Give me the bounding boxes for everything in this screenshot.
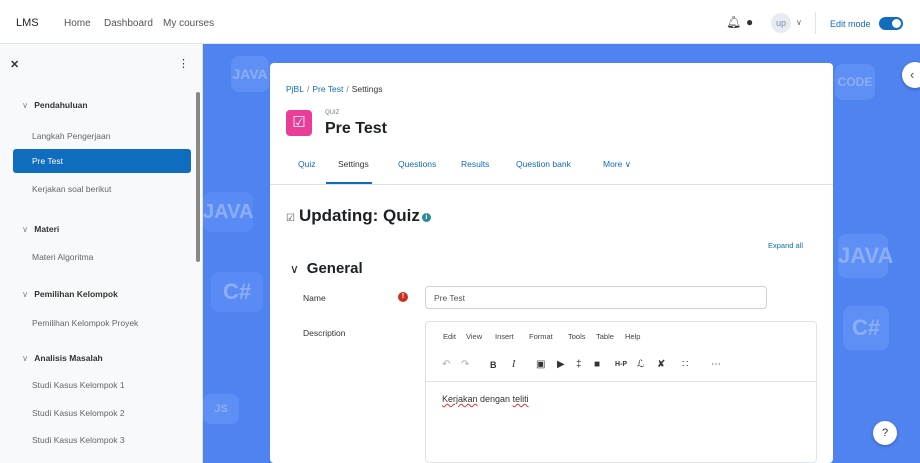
drawer-menu-icon[interactable]: ⋮ [178,57,189,70]
sidebar-item-materi-algoritma[interactable]: Materi Algoritma [32,252,93,262]
sidebar-item-studi-kasus-2[interactable]: Studi Kasus Kelompok 2 [32,408,125,418]
background-tile: C# [211,272,263,312]
module-type-label: QUIZ [325,110,340,116]
breadcrumb-separator: / [346,84,349,94]
main-content-card: PjBL / Pre Test / Settings ☑ QUIZ Pre Test Q… [270,63,833,463]
section-pemilihan-kelompok[interactable]: ∨ Pemilihan Kelompok [22,289,118,300]
close-drawer-icon[interactable]: ✕ [10,58,19,71]
link-icon[interactable]: ℒ [637,359,644,370]
section-analisis-masalah[interactable]: ∨ Analisis Masalah [22,353,103,364]
sidebar-item-studi-kasus-3[interactable]: Studi Kasus Kelompok 3 [32,435,125,445]
editor-menu-table[interactable]: Table [596,332,614,341]
editor-menu-format[interactable]: Format [529,332,553,341]
tab-questions[interactable]: Questions [398,159,436,169]
page-title: Pre Test [325,120,387,137]
edit-mode-toggle[interactable] [879,17,903,30]
redo-icon[interactable]: ↷ [461,359,469,370]
tab-results[interactable]: Results [461,159,489,169]
course-index-drawer: ✕ ⋮ ∨ Pendahuluan Langkah Pengerjaan Pre … [0,44,203,463]
page-heading: ☑ Updating: Quiz i [286,206,431,226]
sidebar-item-pemilihan-kelompok-proyek[interactable]: Pemilihan Kelompok Proyek [32,318,138,328]
user-avatar[interactable]: up [771,13,791,33]
tabs-divider [270,184,833,185]
sidebar-item-pre-test[interactable]: Pre Test [13,149,191,173]
chevron-down-icon[interactable]: ∨ [290,262,299,276]
site-brand[interactable]: LMS [16,17,39,29]
chevron-down-icon[interactable]: ∨ [22,289,28,299]
unlink-icon[interactable]: ✘ [657,359,665,370]
chevron-down-icon: ∨ [622,159,631,169]
editor-menu-help[interactable]: Help [625,332,640,341]
top-navbar: LMS Home Dashboard My courses 🔔︎ ● up ∨ … [0,0,920,44]
editor-content[interactable]: Kerjakan dengan teliti [442,394,529,404]
fullscreen-icon[interactable]: ∷ [682,359,688,370]
image-icon[interactable]: ▣ [536,359,545,370]
messages-icon[interactable]: ● [746,15,753,29]
background-tile: JS [203,394,239,424]
background-tile: JAVA [203,192,253,232]
editor-menu-view[interactable]: View [466,332,482,341]
user-menu-chevron-icon[interactable]: ∨ [796,18,802,27]
section-general-header[interactable]: ∨ General [290,260,363,277]
help-info-icon[interactable]: i [421,213,431,222]
sidebar-item-langkah-pengerjaan[interactable]: Langkah Pengerjaan [32,131,110,141]
quiz-heading-icon: ☑ [286,213,295,224]
breadcrumb-current: Settings [351,84,383,94]
section-materi[interactable]: ∨ Materi [22,224,59,235]
background-tile: C# [843,306,889,350]
description-editor: Edit View Insert Format Tools Table Help… [425,321,817,463]
navbar-divider [815,12,816,34]
more-options-icon[interactable]: ⋯ [711,359,721,370]
breadcrumb-separator: / [306,84,310,94]
editor-menubar: Edit View Insert Format Tools Table Help [426,322,816,346]
background-tile: CODE [835,64,875,100]
edit-mode-label: Edit mode [830,19,871,29]
h5p-icon[interactable]: H-P [615,361,627,368]
editor-menu-tools[interactable]: Tools [568,332,586,341]
chevron-down-icon[interactable]: ∨ [22,100,28,110]
required-icon: ! [398,292,408,302]
tab-question-bank[interactable]: Question bank [516,159,571,169]
chevron-down-icon[interactable]: ∨ [22,224,28,234]
nav-my-courses-link[interactable]: My courses [163,18,214,29]
sidebar-item-studi-kasus-1[interactable]: Studi Kasus Kelompok 1 [32,380,125,390]
name-field[interactable] [425,286,767,309]
description-label: Description [303,328,346,338]
nav-dashboard-link[interactable]: Dashboard [104,18,153,29]
notification-bell-icon[interactable]: 🔔︎ [726,15,741,29]
italic-icon[interactable]: I [512,359,515,370]
background-tile: JAVA [231,56,269,92]
name-label: Name [303,293,326,303]
media-icon[interactable]: ▶ [557,359,565,370]
editor-menu-insert[interactable]: Insert [495,332,514,341]
sidebar-item-kerjakan-soal[interactable]: Kerjakan soal berikut [32,184,111,194]
breadcrumb: PjBL / Pre Test / Settings [286,84,382,94]
video-camera-icon[interactable]: ■ [594,359,600,370]
section-pendahuluan[interactable]: ∨ Pendahuluan [22,100,88,111]
bold-icon[interactable]: B [490,360,497,370]
quiz-checkbox-icon: ☑ [286,110,312,136]
undo-icon[interactable]: ↶ [442,359,450,370]
microphone-icon[interactable]: ‡ [576,359,582,370]
editor-menu-edit[interactable]: Edit [443,332,456,341]
nav-home-link[interactable]: Home [64,18,91,29]
chevron-down-icon[interactable]: ∨ [22,353,28,363]
sidebar-scrollbar[interactable] [196,92,200,262]
tab-more[interactable]: More ∨ [603,159,631,170]
editor-toolbar: ↶ ↷ B I ▣ ▶ ‡ ■ H-P ℒ ✘ ∷ ⋯ [426,346,816,382]
breadcrumb-course-link[interactable]: PjBL [286,84,304,94]
help-icon[interactable]: ? [873,421,897,445]
tab-quiz[interactable]: Quiz [298,159,315,169]
breadcrumb-quiz-link[interactable]: Pre Test [312,84,343,94]
expand-all-link[interactable]: Expand all [768,241,803,250]
background-tile: JAVA [838,234,893,278]
tab-settings[interactable]: Settings [338,159,369,169]
